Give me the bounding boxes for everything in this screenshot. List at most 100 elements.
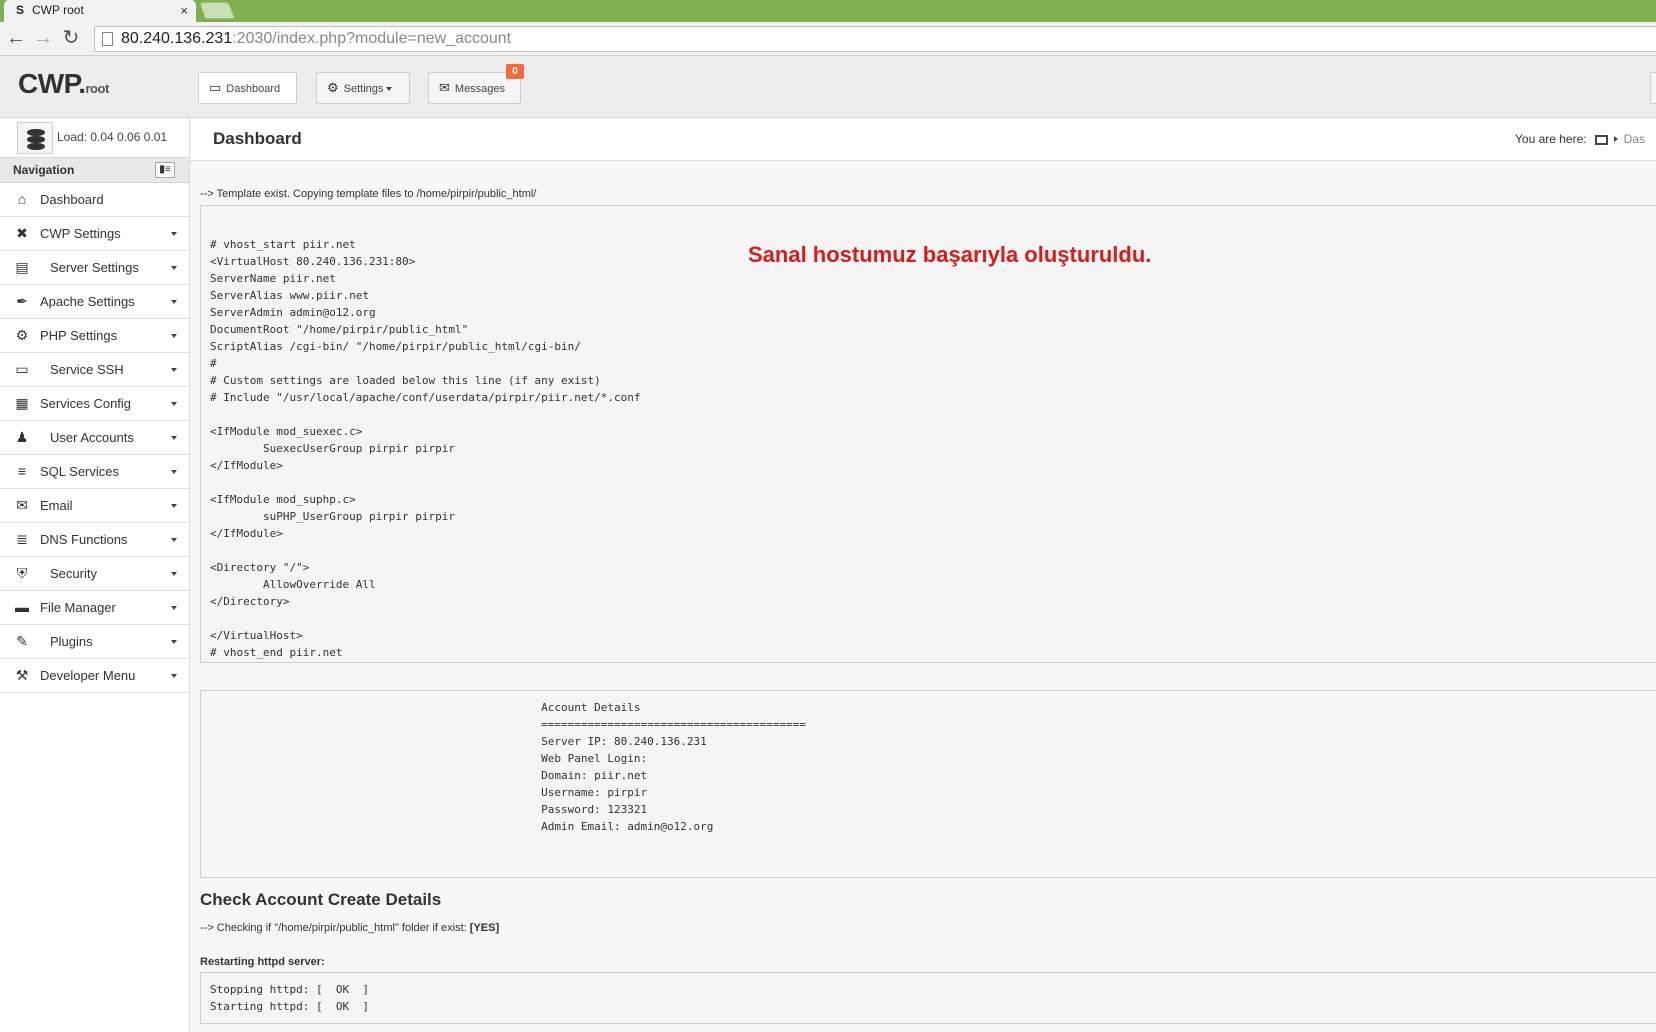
sidebar-item-label: Security bbox=[50, 566, 97, 581]
chevron-down-icon bbox=[171, 504, 177, 508]
check-account-title: Check Account Create Details bbox=[200, 890, 442, 909]
vhost-config-block: # vhost_start piir.net <VirtualHost 80.2… bbox=[200, 205, 1656, 663]
restart-label: Restarting httpd server: bbox=[200, 956, 325, 968]
browser-tab[interactable]: S CWP root × bbox=[4, 0, 196, 22]
url-input[interactable]: 80.240.136.231:2030/index.php?module=new… bbox=[94, 26, 1656, 52]
tools-icon: ✖ bbox=[16, 225, 28, 241]
restart-output-block: Stopping httpd: [ OK ] Starting httpd: [… bbox=[200, 972, 1656, 1024]
sidebar-item-label: Email bbox=[40, 498, 73, 513]
chevron-down-icon bbox=[171, 470, 177, 474]
chevron-down-icon bbox=[171, 266, 177, 270]
chevron-down-icon bbox=[171, 674, 177, 678]
dashboard-button[interactable]: ▭ Dashboard bbox=[198, 72, 297, 104]
chevron-down-icon bbox=[171, 606, 177, 610]
sidebar-toggle-icon[interactable]: ▮≡ bbox=[155, 162, 175, 178]
page-title: Dashboard bbox=[213, 129, 302, 148]
page-icon bbox=[102, 32, 113, 46]
nav-list: ⌂ Dashboard ✖ CWP Settings ▤ Server Settings ✒… bbox=[0, 183, 189, 693]
chevron-down-icon bbox=[171, 640, 177, 644]
account-details-block: Account Details ========================… bbox=[200, 690, 1656, 878]
page-titlebar: Dashboard You are here: Das bbox=[191, 118, 1656, 161]
success-annotation: Sanal hostumuz başarıyla oluşturuldu. bbox=[748, 242, 1152, 267]
sidebar-item-label: CWP Settings bbox=[40, 226, 121, 241]
breadcrumb-label: You are here: bbox=[1515, 132, 1587, 146]
sidebar-item-sql-services[interactable]: ≡ SQL Services bbox=[0, 455, 189, 489]
sidebar-item-label: Plugins bbox=[50, 634, 93, 649]
chevron-down-icon bbox=[171, 334, 177, 338]
template-message: --> Template exist. Copying template fil… bbox=[200, 188, 537, 200]
breadcrumb: You are here: Das bbox=[1515, 132, 1645, 146]
sidebar-item-php-settings[interactable]: ⚙ PHP Settings bbox=[0, 319, 189, 353]
sidebar-item-service-ssh[interactable]: ▭ Service SSH bbox=[0, 353, 189, 387]
sidebar-item-user-accounts[interactable]: ♟ User Accounts bbox=[0, 421, 189, 455]
navigation-header: Navigation ▮≡ bbox=[0, 158, 189, 183]
chevron-down-icon bbox=[171, 436, 177, 440]
gear-icon: ⚙ bbox=[15, 327, 29, 343]
sidebar: Load: 0.04 0.06 0.01 Navigation ▮≡ ⌂ Dash… bbox=[0, 118, 190, 1032]
forward-icon[interactable]: → bbox=[32, 27, 54, 49]
sidebar-item-label: Dashboard bbox=[40, 192, 104, 207]
favicon-icon: S bbox=[16, 3, 25, 17]
stack-icon: ≣ bbox=[16, 531, 28, 547]
messages-button[interactable]: ✉ Messages 0 bbox=[428, 64, 524, 104]
monitor-icon bbox=[1594, 134, 1608, 145]
database-icon: ≡ bbox=[17, 463, 27, 479]
feather-icon: ✒ bbox=[16, 293, 28, 309]
sidebar-item-label: Server Settings bbox=[50, 260, 139, 275]
monitor-icon: ▭ bbox=[15, 361, 29, 377]
url-host: 80.240.136.231 bbox=[121, 30, 233, 47]
gear-icon: ⚙ bbox=[327, 80, 339, 95]
back-icon[interactable]: ← bbox=[5, 27, 27, 49]
sidebar-item-file-manager[interactable]: ▬ File Manager bbox=[0, 591, 189, 625]
sidebar-item-email[interactable]: ✉ Email bbox=[0, 489, 189, 523]
check-result: [YES] bbox=[469, 922, 500, 934]
chevron-down-icon bbox=[171, 232, 177, 236]
new-tab-button[interactable] bbox=[198, 2, 236, 19]
sidebar-item-developer-menu[interactable]: ⚒ Developer Menu bbox=[0, 659, 189, 693]
logo-sub: root bbox=[85, 81, 110, 96]
breadcrumb-current[interactable]: Das bbox=[1624, 132, 1645, 146]
sidebar-item-label: File Manager bbox=[40, 600, 116, 615]
sidebar-item-label: SQL Services bbox=[40, 464, 119, 479]
envelope-icon: ✉ bbox=[16, 497, 28, 513]
envelope-icon: ✉ bbox=[439, 80, 450, 95]
sidebar-item-server-settings[interactable]: ▤ Server Settings bbox=[0, 251, 189, 285]
monitor-icon: ▭ bbox=[209, 80, 222, 95]
sidebar-item-label: Developer Menu bbox=[40, 668, 136, 683]
sidebar-item-plugins[interactable]: ✎ Plugins bbox=[0, 625, 189, 659]
main-content: Dashboard You are here: Das --> Template … bbox=[191, 118, 1656, 1032]
chevron-down-icon bbox=[171, 572, 177, 576]
reload-icon[interactable]: ↻ bbox=[60, 27, 82, 49]
sidebar-item-security[interactable]: ⛨ Security bbox=[0, 557, 189, 591]
check-folder-message: --> Checking if "/home/pirpir/public_htm… bbox=[200, 922, 500, 934]
database-icon[interactable] bbox=[17, 122, 53, 154]
url-path: :2030/index.php?module=new_account bbox=[232, 30, 512, 47]
sidebar-item-label: PHP Settings bbox=[40, 328, 118, 343]
tab-close-icon[interactable]: × bbox=[180, 0, 188, 21]
browser-tabbar: S CWP root × bbox=[0, 0, 1656, 22]
user-icon: ♟ bbox=[15, 429, 29, 445]
settings-button[interactable]: ⚙ Settings bbox=[316, 72, 410, 104]
sidebar-item-label: User Accounts bbox=[50, 430, 134, 445]
chevron-down-icon bbox=[171, 368, 177, 372]
restart-output-text: Stopping httpd: [ OK ] Starting httpd: [… bbox=[210, 983, 369, 1013]
load-average: Load: 0.04 0.06 0.01 bbox=[57, 130, 168, 144]
sidebar-item-apache-settings[interactable]: ✒ Apache Settings bbox=[0, 285, 189, 319]
hammer-icon: ⚒ bbox=[15, 667, 29, 683]
server-load: Load: 0.04 0.06 0.01 bbox=[0, 118, 189, 158]
sidebar-item-dashboard[interactable]: ⌂ Dashboard bbox=[0, 183, 189, 217]
shield-icon: ⛨ bbox=[16, 565, 28, 581]
logo[interactable]: CWP.root bbox=[18, 68, 109, 100]
sidebar-item-cwp-settings[interactable]: ✖ CWP Settings bbox=[0, 217, 189, 251]
sidebar-item-label: Service SSH bbox=[50, 362, 124, 377]
messages-count-badge: 0 bbox=[506, 64, 524, 79]
chevron-down-icon bbox=[171, 300, 177, 304]
sidebar-item-label: Apache Settings bbox=[40, 294, 135, 309]
chevron-right-icon bbox=[1613, 136, 1618, 142]
user-menu-button[interactable] bbox=[1650, 72, 1656, 104]
vhost-config-text: # vhost_start piir.net <VirtualHost 80.2… bbox=[210, 238, 641, 659]
address-bar: ← → ↻ 80.240.136.231:2030/index.php?modu… bbox=[0, 22, 1656, 56]
sidebar-item-services-config[interactable]: ▦ Services Config bbox=[0, 387, 189, 421]
chevron-down-icon bbox=[386, 87, 393, 92]
sidebar-item-dns-functions[interactable]: ≣ DNS Functions bbox=[0, 523, 189, 557]
